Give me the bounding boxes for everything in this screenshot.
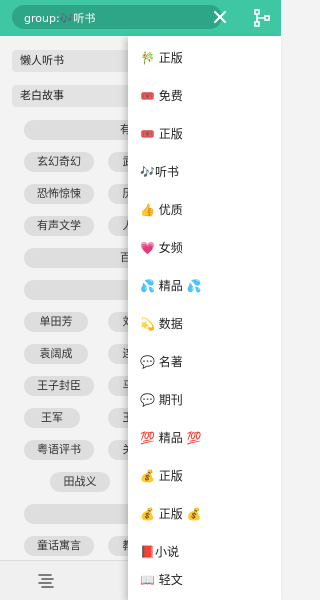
menu-item-12[interactable]: 💰 正版 [128, 457, 281, 495]
chip-xuanhuan[interactable]: 玄幻奇幻 [24, 152, 94, 172]
share-nodes-icon[interactable] [252, 8, 272, 28]
chip-prince[interactable]: 王子封臣 [24, 376, 94, 396]
menu-item-7[interactable]: 💦 精品 💦 [128, 267, 281, 305]
menu-item-1[interactable]: 🎋 正版 [128, 39, 281, 77]
chip-horror[interactable]: 恐怖惊悚 [24, 184, 94, 204]
menu-item-2[interactable]: 🎟️ 免费 [128, 77, 281, 115]
menu-item-8[interactable]: 💫 数据 [128, 305, 281, 343]
menu-item-3[interactable]: 🎟️ 正版 [128, 115, 281, 153]
chip-shan-tianfang[interactable]: 单田芳 [24, 312, 88, 332]
chip-cantonese[interactable]: 粤语评书 [24, 440, 94, 460]
menu-item-13[interactable]: 💰 正版 💰 [128, 495, 281, 533]
chip-tian-zhanyi[interactable]: 田战义 [50, 472, 110, 492]
menu-item-9[interactable]: 💬 名著 [128, 343, 281, 381]
chip-wang-jun[interactable]: 王军 [24, 408, 80, 428]
chip-audio-lit[interactable]: 有声文学 [24, 216, 94, 236]
group-dropdown-menu: 🎋 正版 🎟️ 免费 🎟️ 正版 🎶听书 👍 优质 💗 女频 💦 精品 💦 💫 … [128, 36, 281, 600]
search-field[interactable]: group:🎶听书 [12, 5, 222, 29]
top-bar: group:🎶听书 [0, 0, 281, 36]
search-text: group:🎶听书 [24, 12, 96, 25]
menu-item-15[interactable]: 📖 轻文 [128, 562, 281, 598]
chip-fairy-tale[interactable]: 童话寓言 [24, 536, 94, 556]
menu-item-4[interactable]: 🎶听书 [128, 153, 281, 191]
close-icon[interactable] [212, 9, 228, 25]
menu-item-11[interactable]: 💯 精品 💯 [128, 419, 281, 457]
menu-item-5[interactable]: 👍 优质 [128, 191, 281, 229]
layers-icon[interactable] [36, 571, 56, 591]
chip-yuan-kuocheng[interactable]: 袁阔成 [24, 344, 88, 364]
menu-item-10[interactable]: 💬 期刊 [128, 381, 281, 419]
menu-item-6[interactable]: 💗 女频 [128, 229, 281, 267]
